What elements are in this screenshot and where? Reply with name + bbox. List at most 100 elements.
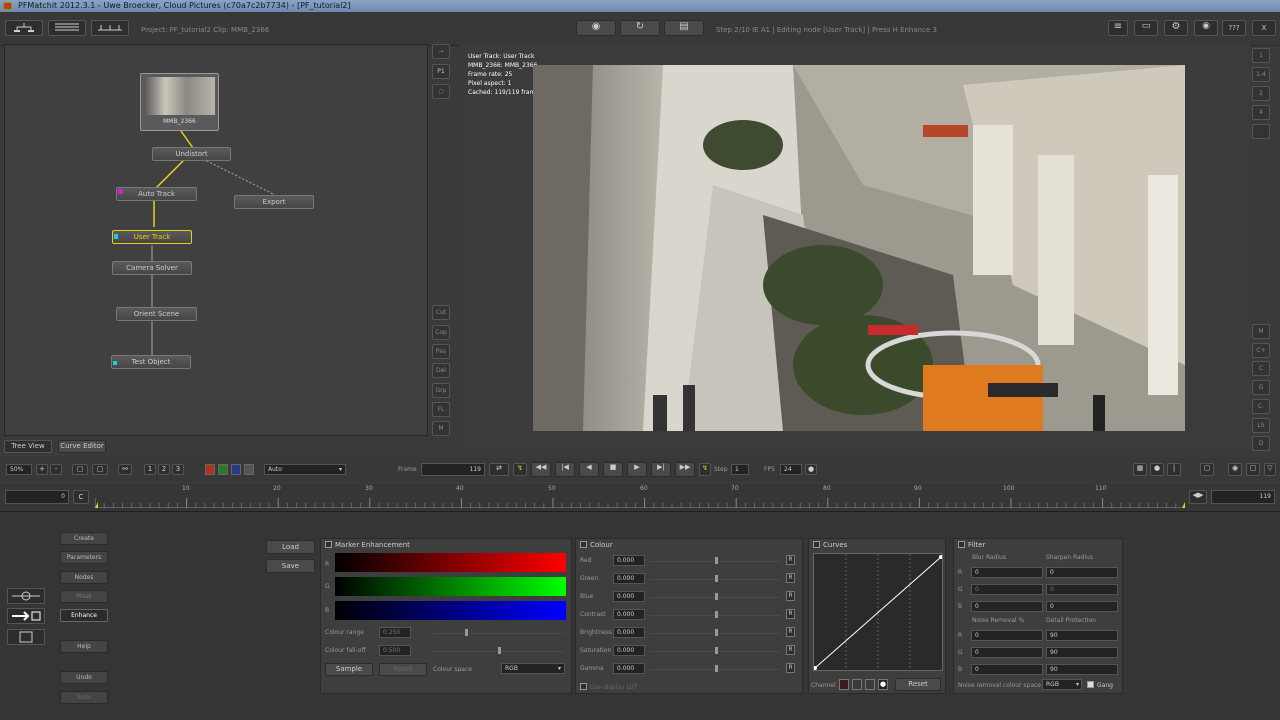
fit-button[interactable]: ▢ <box>72 464 88 475</box>
colour-green-reset[interactable]: R <box>786 573 795 583</box>
view-button-g[interactable]: G <box>1252 380 1270 395</box>
marker-reset-button[interactable]: Reset <box>379 663 427 676</box>
view-button-1-4[interactable]: 1-4 <box>1252 67 1270 82</box>
save-view-button[interactable]: ▤ <box>664 20 704 36</box>
tree-layout-button[interactable] <box>5 20 43 36</box>
colour-space-dropdown[interactable]: RGB ▾ <box>501 663 565 674</box>
red-channel-toggle[interactable] <box>205 464 215 475</box>
fps-lock-button[interactable]: ● <box>805 464 817 475</box>
timeline-layout-button[interactable] <box>91 20 129 36</box>
list-layout-button[interactable] <box>48 20 86 36</box>
view-button-c[interactable]: C <box>1252 361 1270 376</box>
view-button-c-plus[interactable]: C+ <box>1252 343 1270 358</box>
loop-button[interactable]: ↯ <box>699 463 711 476</box>
view-button-c-minus[interactable]: C- <box>1252 399 1270 414</box>
colour-range-knob[interactable] <box>465 629 468 636</box>
detail-r-field[interactable]: 90 <box>1046 630 1118 641</box>
menu-button[interactable]: ≡ <box>1108 20 1128 36</box>
colour-blue-field[interactable]: 0.000 <box>613 591 645 602</box>
noise-space-dropdown[interactable]: RGB ▾ <box>1042 679 1082 690</box>
view-button-d[interactable]: D <box>1252 436 1270 451</box>
marker-enhancement-checkbox[interactable] <box>325 541 332 548</box>
grid-view-button[interactable]: ▦ <box>1133 463 1147 476</box>
node-test-object[interactable]: Test Object <box>111 355 191 369</box>
colour-contrast-field[interactable]: 0.000 <box>613 609 645 620</box>
help-button[interactable]: ??? <box>1222 20 1246 36</box>
curve-channel-red[interactable] <box>839 679 849 690</box>
curves-checkbox[interactable] <box>813 541 820 548</box>
stop-button[interactable]: ■ <box>603 462 623 477</box>
zoom-view-button[interactable]: ▢ <box>1200 463 1214 476</box>
gang-checkbox[interactable] <box>1087 681 1094 688</box>
split-view-button[interactable]: | <box>1167 463 1181 476</box>
camera-button[interactable]: ◉ <box>1194 20 1218 36</box>
filter-checkbox[interactable] <box>958 541 965 548</box>
view-button-1[interactable]: 1 <box>1252 48 1270 63</box>
sharpen-b-field[interactable]: 0 <box>1046 601 1118 612</box>
blue-gradient-bar[interactable] <box>335 601 566 620</box>
menu-parameters[interactable]: Parameters <box>60 551 108 564</box>
colour-red-field[interactable]: 0.000 <box>613 555 645 566</box>
load-button[interactable]: Load <box>266 540 315 554</box>
step-back-button[interactable]: |◀ <box>555 462 575 477</box>
sharpen-r-field[interactable]: 0 <box>1046 567 1118 578</box>
play-backward-button[interactable]: ◀ <box>579 462 599 477</box>
colour-red-reset[interactable]: R <box>786 555 795 565</box>
colour-range-slider[interactable] <box>433 633 565 634</box>
curve-channel-green[interactable] <box>852 679 862 690</box>
side-button-p1[interactable]: P1 <box>432 64 450 79</box>
node-camera-solver[interactable]: Camera Solver <box>112 261 192 275</box>
node-user-track[interactable]: User Track <box>112 230 192 244</box>
blur-r-field[interactable]: 0 <box>971 567 1043 578</box>
flow-mode-button[interactable] <box>7 608 45 624</box>
colour-brightness-field[interactable]: 0.000 <box>613 627 645 638</box>
settings-button[interactable]: ⚙ <box>1164 20 1188 36</box>
expand-button[interactable]: ▽ <box>1264 463 1276 476</box>
colour-saturation-knob[interactable] <box>715 647 718 654</box>
fps-field[interactable]: 24 <box>780 464 802 475</box>
step-forward-button[interactable]: ▶| <box>651 462 671 477</box>
node-auto-track[interactable]: Auto Track <box>116 187 197 201</box>
colour-range-field[interactable]: 0.250 <box>379 627 411 638</box>
clips-button[interactable]: ◉ <box>576 20 616 36</box>
side-button-top[interactable]: → <box>432 44 450 59</box>
tab-tree-view[interactable]: Tree View <box>4 440 52 453</box>
channel-button-2[interactable]: 2 <box>158 464 170 475</box>
end-frame-field[interactable]: 119 <box>1211 490 1275 504</box>
display-button[interactable]: ▭ <box>1134 20 1158 36</box>
save-button[interactable]: Save <box>266 559 315 573</box>
side-button-fl[interactable]: FL <box>432 402 450 417</box>
menu-mask[interactable]: Mask <box>60 590 108 603</box>
play-button[interactable]: ▶ <box>627 462 647 477</box>
menu-create[interactable]: Create <box>60 532 108 545</box>
channel-button-3[interactable]: 3 <box>172 464 184 475</box>
colour-green-field[interactable]: 0.000 <box>613 573 645 584</box>
frame-button[interactable]: ▢ <box>92 464 108 475</box>
display-dropdown[interactable]: Auto ▾ <box>264 464 346 475</box>
camera-view-button[interactable]: ◉ <box>1228 463 1242 476</box>
colour-red-knob[interactable] <box>715 557 718 564</box>
view-button-m[interactable]: M <box>1252 324 1270 339</box>
colour-brightness-reset[interactable]: R <box>786 627 795 637</box>
side-button-m[interactable]: M <box>432 421 450 436</box>
node-orient-scene[interactable]: Orient Scene <box>116 307 197 321</box>
menu-redo[interactable]: Redo <box>60 691 108 704</box>
colour-falloff-field[interactable]: 0.500 <box>379 645 411 656</box>
overlay-view-button[interactable]: ▢ <box>1246 463 1260 476</box>
view-button-4[interactable]: 4 <box>1252 105 1270 120</box>
blur-b-field[interactable]: 0 <box>971 601 1043 612</box>
side-button-paste[interactable]: Pas <box>432 344 450 359</box>
tab-curve-editor[interactable]: Curve Editor <box>58 440 106 453</box>
film-mode-button[interactable] <box>7 629 45 645</box>
zoom-out-button[interactable]: - <box>50 464 62 475</box>
curve-channel-blue[interactable] <box>865 679 875 690</box>
node-undistort[interactable]: Undistort <box>152 147 231 161</box>
side-button-delete[interactable]: Del <box>432 363 450 378</box>
detail-b-field[interactable]: 90 <box>1046 664 1118 675</box>
frame-field[interactable]: 119 <box>421 463 485 476</box>
noise-g-field[interactable]: 0 <box>971 647 1043 658</box>
side-button-copy[interactable]: Cop <box>432 325 450 340</box>
colour-falloff-knob[interactable] <box>498 647 501 654</box>
node-export[interactable]: Export <box>234 195 314 209</box>
colour-contrast-reset[interactable]: R <box>786 609 795 619</box>
